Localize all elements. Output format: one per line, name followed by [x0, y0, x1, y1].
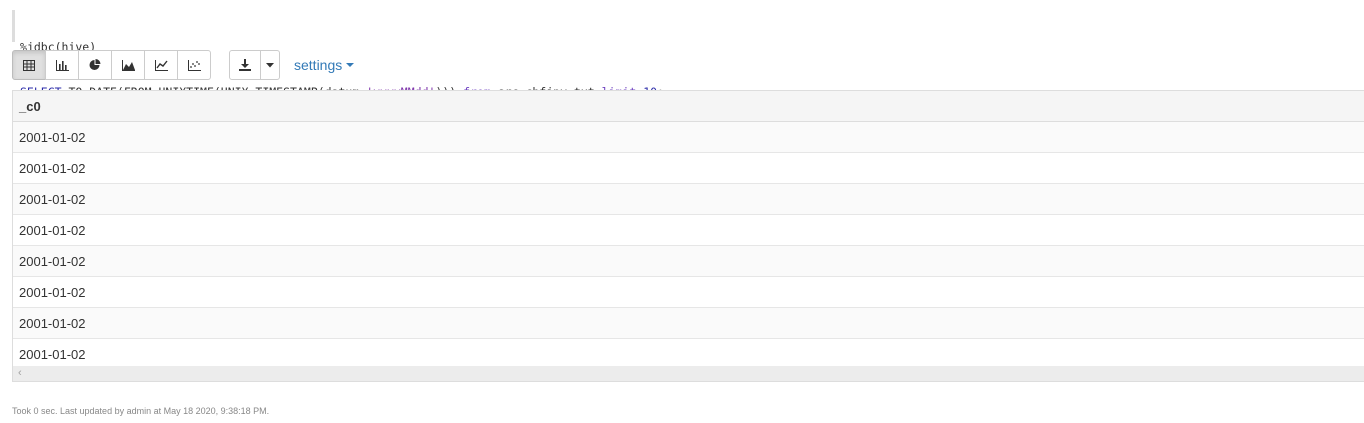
table-cell: 2001-01-02	[19, 129, 86, 145]
table-cell: 2001-01-02	[19, 284, 86, 300]
table-row: 2001-01-02	[13, 246, 1364, 277]
table-cell: 2001-01-02	[19, 346, 86, 362]
pie-chart-icon	[89, 59, 101, 71]
code-editor[interactable]: %jdbc(hive) SELECT TO_DATE(FROM_UNIXTIME…	[12, 10, 1352, 99]
table-cell: 2001-01-02	[19, 315, 86, 331]
line-chart-button[interactable]	[144, 50, 178, 80]
area-chart-icon	[121, 59, 135, 71]
table-header: _c0	[13, 90, 1364, 122]
download-button-group	[229, 50, 280, 80]
table-row: 2001-01-02	[13, 184, 1364, 215]
table-cell: 2001-01-02	[19, 191, 86, 207]
paragraph-footer: Took 0 sec. Last updated by admin at May…	[12, 406, 270, 416]
table-body: 2001-01-02 2001-01-02 2001-01-02 2001-01-02…	[13, 122, 1364, 370]
table-row: 2001-01-02	[13, 153, 1364, 184]
table-cell: 2001-01-02	[19, 222, 86, 238]
download-icon	[239, 59, 251, 71]
download-button[interactable]	[229, 50, 261, 80]
scatter-chart-button[interactable]	[177, 50, 211, 80]
column-header[interactable]: _c0	[19, 99, 41, 114]
table-view-button[interactable]	[12, 50, 46, 80]
area-chart-button[interactable]	[111, 50, 145, 80]
table-row: 2001-01-02	[13, 277, 1364, 308]
settings-dropdown[interactable]: settings	[294, 57, 355, 73]
bar-chart-button[interactable]	[45, 50, 79, 80]
table-cell: 2001-01-02	[19, 253, 86, 269]
result-table: _c0 2001-01-02 2001-01-02 2001-01-02 2001-0…	[12, 90, 1364, 382]
settings-label: settings	[294, 57, 343, 73]
horizontal-scrollbar[interactable]: ‹	[13, 366, 1364, 381]
table-icon	[23, 59, 35, 71]
scatter-chart-icon	[187, 59, 201, 71]
scroll-left-icon[interactable]: ‹	[18, 368, 22, 379]
table-cell: 2001-01-02	[19, 160, 86, 176]
table-row: 2001-01-02	[13, 215, 1364, 246]
caret-down-icon	[266, 62, 274, 67]
table-row: 2001-01-02	[13, 308, 1364, 339]
download-options-dropdown[interactable]	[260, 50, 280, 80]
pie-chart-button[interactable]	[78, 50, 112, 80]
caret-down-icon	[346, 63, 355, 67]
visualization-button-group	[12, 50, 211, 80]
result-toolbar: settings	[12, 50, 355, 80]
bar-chart-icon	[55, 59, 69, 71]
table-row: 2001-01-02	[13, 122, 1364, 153]
line-chart-icon	[154, 59, 168, 71]
